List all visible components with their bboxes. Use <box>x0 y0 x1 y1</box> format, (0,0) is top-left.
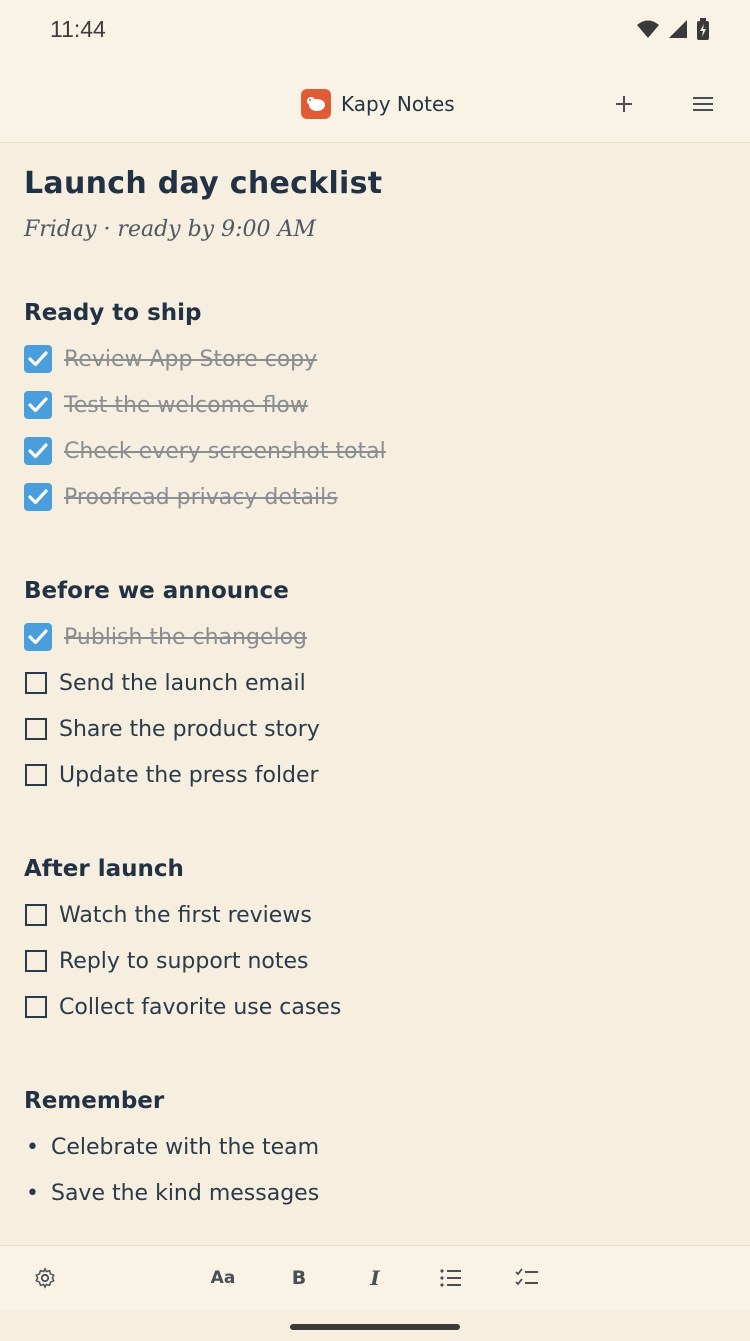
checklist-item[interactable]: Review App Store copy <box>24 336 724 382</box>
section-title[interactable]: After launch <box>24 856 724 882</box>
add-note-button[interactable] <box>604 86 644 122</box>
text-format-button[interactable]: Aa <box>203 1260 243 1296</box>
checked-checkbox-icon[interactable] <box>24 345 52 373</box>
status-bar: 11:44 <box>0 0 750 62</box>
hamburger-menu-icon <box>693 97 713 111</box>
battery-icon <box>697 18 709 40</box>
checklist-item-label: Send the launch email <box>59 670 306 696</box>
checklist-item-label: Review App Store copy <box>64 346 318 372</box>
checklist-button[interactable] <box>507 1260 547 1296</box>
unchecked-checkbox-icon[interactable] <box>25 718 47 740</box>
checklist-item[interactable]: Proofread privacy details <box>24 474 724 520</box>
checklist-item[interactable]: Reply to support notes <box>24 938 724 984</box>
app-header: Kapy Notes <box>0 62 750 143</box>
unchecked-checkbox-icon[interactable] <box>25 996 47 1018</box>
checked-checkbox-icon[interactable] <box>24 623 52 651</box>
checklist-item-label: Test the welcome flow <box>64 392 308 418</box>
bullet-icon: • <box>26 1134 39 1160</box>
bullet-item[interactable]: • Save the kind messages <box>24 1170 724 1216</box>
checklist-item[interactable]: Share the product story <box>24 706 724 752</box>
bulleted-list-button[interactable] <box>431 1260 471 1296</box>
checklist-item[interactable]: Send the launch email <box>24 660 724 706</box>
gear-icon <box>35 1267 55 1289</box>
note-subtitle[interactable]: Friday · ready by 9:00 AM <box>24 217 724 242</box>
format-toolbar: Aa B I <box>0 1245 750 1310</box>
checklist-item[interactable]: Check every screenshot total <box>24 428 724 474</box>
bullet-item[interactable]: • Celebrate with the team <box>24 1124 724 1170</box>
note-section: Ready to ship Review App Store copy Test t… <box>24 300 724 520</box>
italic-button[interactable]: I <box>355 1260 395 1296</box>
bold-button[interactable]: B <box>279 1260 319 1296</box>
checklist-item-label: Share the product story <box>59 716 320 742</box>
checklist-icon <box>515 1268 538 1286</box>
menu-button[interactable] <box>683 86 723 122</box>
wifi-icon <box>637 20 659 38</box>
status-icons <box>636 18 710 40</box>
checklist-item-label: Publish the changelog <box>64 624 308 650</box>
unchecked-checkbox-icon[interactable] <box>25 904 47 926</box>
note-title[interactable]: Launch day checklist <box>24 166 724 201</box>
section-title[interactable]: Ready to ship <box>24 300 724 326</box>
app-name: Kapy Notes <box>341 92 455 116</box>
note-section: Before we announce Publish the changelog S… <box>24 578 724 798</box>
bullet-item-label: Save the kind messages <box>50 1180 320 1206</box>
kapy-logo-icon <box>301 89 331 119</box>
note-section: After launch Watch the first reviews Reply… <box>24 856 724 1030</box>
section-title[interactable]: Before we announce <box>24 578 724 604</box>
checklist-item-label: Collect favorite use cases <box>59 994 342 1020</box>
settings-button[interactable] <box>25 1260 65 1296</box>
signal-icon <box>669 20 687 38</box>
unchecked-checkbox-icon[interactable] <box>25 950 47 972</box>
checked-checkbox-icon[interactable] <box>24 483 52 511</box>
app-brand: Kapy Notes <box>301 89 455 119</box>
status-time: 11:44 <box>50 16 106 42</box>
checklist-item-label: Proofread privacy details <box>64 484 338 510</box>
checklist-item-label: Check every screenshot total <box>64 438 386 464</box>
checklist-item-label: Update the press folder <box>59 762 319 788</box>
plus-icon <box>616 96 632 112</box>
note-section: Remember • Celebrate with the team • Save th… <box>24 1088 724 1216</box>
bulleted-list-icon <box>440 1269 461 1287</box>
checklist-item[interactable]: Publish the changelog <box>24 614 724 660</box>
checklist-item-label: Reply to support notes <box>59 948 309 974</box>
checked-checkbox-icon[interactable] <box>24 437 52 465</box>
checklist-item-label: Watch the first reviews <box>59 902 312 928</box>
unchecked-checkbox-icon[interactable] <box>25 764 47 786</box>
unchecked-checkbox-icon[interactable] <box>25 672 47 694</box>
bullet-icon: • <box>26 1180 39 1206</box>
checklist-item[interactable]: Collect favorite use cases <box>24 984 724 1030</box>
checklist-item[interactable]: Watch the first reviews <box>24 892 724 938</box>
bullet-item-label: Celebrate with the team <box>50 1134 320 1160</box>
checklist-item[interactable]: Test the welcome flow <box>24 382 724 428</box>
checklist-item[interactable]: Update the press folder <box>24 752 724 798</box>
checked-checkbox-icon[interactable] <box>24 391 52 419</box>
note-sections: Ready to ship Review App Store copy Test t… <box>24 300 724 1216</box>
section-title[interactable]: Remember <box>24 1088 724 1114</box>
note-body[interactable]: Launch day checklist Friday · ready by 9… <box>24 160 724 1216</box>
home-indicator[interactable] <box>290 1324 460 1330</box>
